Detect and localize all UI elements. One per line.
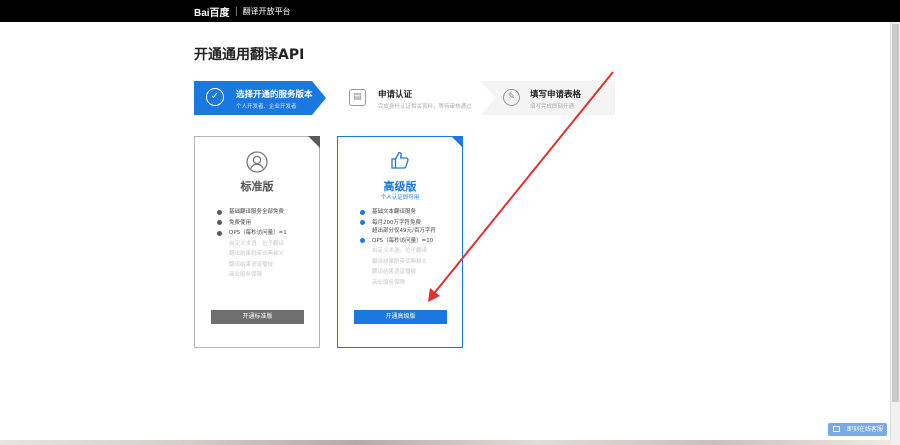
- bullet-icon: [360, 209, 365, 215]
- bullet-icon: [217, 220, 222, 225]
- scrollbar-thumb[interactable]: [892, 24, 899, 402]
- brand[interactable]: Bai百度 翻译开放平台: [194, 4, 291, 19]
- document-icon: ▤: [349, 89, 366, 106]
- brand-divider: [235, 6, 237, 16]
- plan-name: 标准版: [240, 180, 274, 193]
- step-fill-form: ✎ 填写申请表格 填写完成即刻开通: [481, 81, 615, 115]
- feature-item-disabled: 翻译结果附带词典释义: [229, 251, 285, 257]
- step-title: 申请认证: [378, 90, 413, 100]
- user-icon: [246, 151, 268, 173]
- feature-item-disabled: 自定义术语、位子翻译: [229, 240, 285, 247]
- feature-item: 基础文本翻译服务: [360, 207, 436, 218]
- feature-item: QPS（每秒访问量）=1: [217, 228, 287, 239]
- check-circle-icon: ✓: [206, 88, 224, 106]
- chat-icon: [833, 426, 840, 432]
- plan-card-standard: 标准版 基础翻译服务全部免费 免费使用 QPS（每秒访问量）=1 自定义术语、位…: [194, 136, 320, 348]
- feature-item-disabled: 商业服务保障: [372, 279, 406, 286]
- card-corner-fold: [451, 136, 463, 148]
- step-apply-verification: ▤ 申请认证 完成身份认证相关资料，等待审核通过: [340, 81, 472, 115]
- feature-list: 基础文本翻译服务 每月200万字符免费 超出部分仅49元/百万字符 QPS（每秒…: [360, 207, 436, 288]
- platform-title: 翻译开放平台: [242, 6, 291, 16]
- edit-icon: ✎: [503, 89, 520, 106]
- plan-name: 高级版: [383, 180, 417, 193]
- feature-item: 每月200万字符免费: [360, 218, 436, 227]
- page-title: 开通通用翻译API: [194, 47, 305, 63]
- feature-item-disabled: 翻译结果语音播报: [229, 261, 274, 268]
- plan-card-advanced: 高级版 个人认证即可用 基础文本翻译服务 每月200万字符免费 超出部分仅49元…: [337, 136, 463, 348]
- thumbs-up-icon: [391, 151, 409, 169]
- bullet-icon: [217, 209, 222, 215]
- feature-item: 免费使用: [217, 218, 287, 229]
- feature-item-disabled: 商业服务保障: [229, 272, 263, 278]
- baidu-logo: Bai百度: [194, 7, 230, 19]
- activate-advanced-button[interactable]: 开通高级版: [354, 310, 447, 324]
- feature-item-disabled: 自定义术语、位子翻译: [372, 248, 428, 254]
- background-image-strip: [0, 440, 891, 445]
- step-title: 选择开通的服务版本: [236, 90, 313, 100]
- online-support-label: 即刻在线客服: [846, 426, 883, 433]
- plan-subtitle: 个人认证即可用: [380, 195, 420, 201]
- step-description: 填写完成即刻开通: [530, 104, 575, 110]
- feature-item: QPS（每秒访问量）=10: [360, 236, 436, 247]
- feature-item: 基础翻译服务全部免费: [217, 207, 287, 218]
- bullet-icon: [360, 238, 365, 243]
- feature-item-disabled: 翻译结果语音播报: [372, 269, 417, 275]
- step-title: 填写申请表格: [530, 90, 582, 100]
- step-select-version: ✓ 选择开通的服务版本 个人开发者、企业开发者: [194, 81, 326, 115]
- online-support-button[interactable]: 即刻在线客服: [828, 423, 887, 436]
- step-description: 完成身份认证相关资料，等待审核通过: [378, 104, 472, 110]
- activate-standard-button[interactable]: 开通标准版: [211, 310, 304, 324]
- bullet-icon: [360, 220, 365, 225]
- feature-list: 基础翻译服务全部免费 免费使用 QPS（每秒访问量）=1 自定义术语、位子翻译 …: [217, 207, 287, 281]
- feature-item-continuation: 超出部分仅49元/百万字符: [372, 227, 436, 234]
- top-navigation-bar: Bai百度 翻译开放平台: [0, 0, 900, 22]
- step-description: 个人开发者、企业开发者: [236, 104, 297, 110]
- card-corner-fold: [308, 136, 320, 148]
- feature-item-disabled: 翻译结果附带词典释义: [372, 258, 428, 265]
- bullet-icon: [217, 230, 222, 236]
